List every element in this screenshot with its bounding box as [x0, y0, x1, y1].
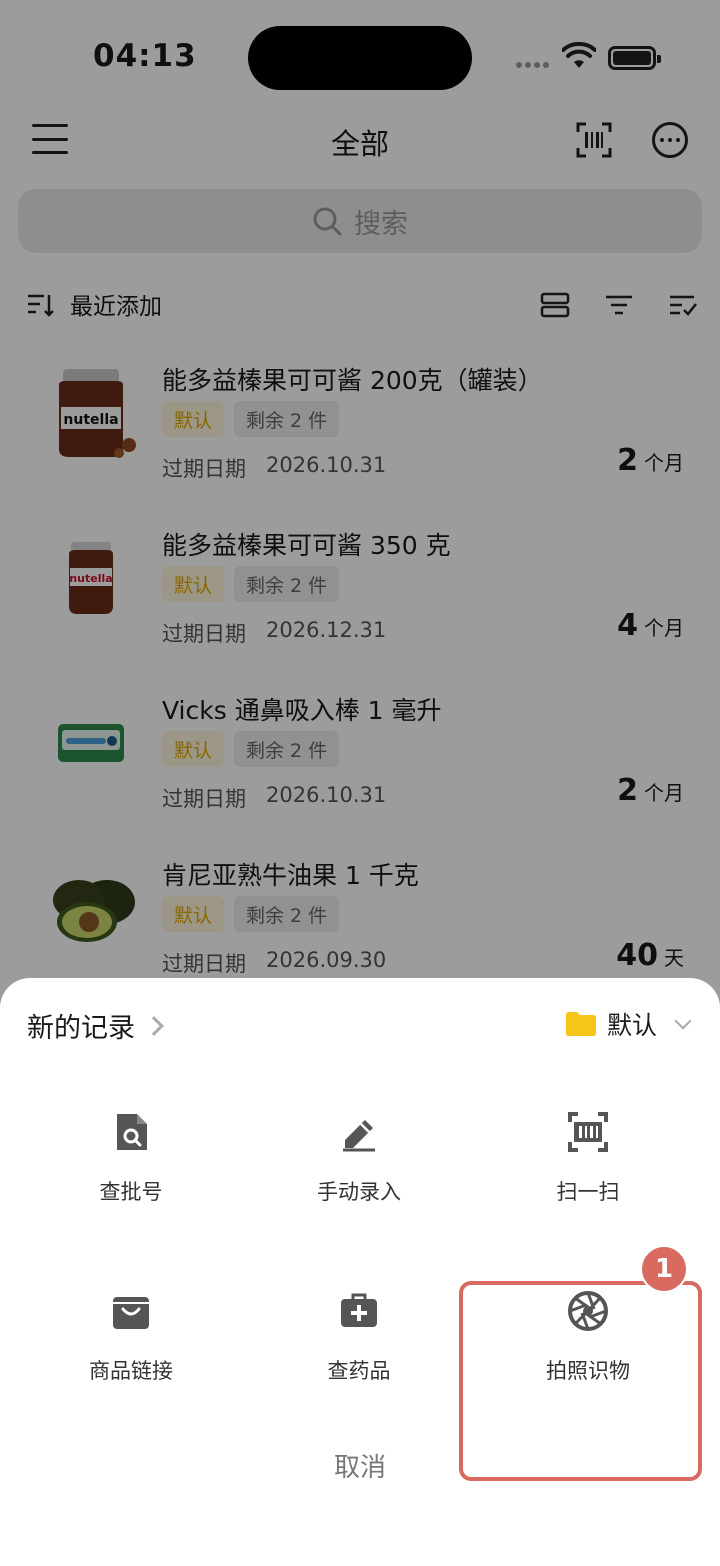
product-link-button[interactable]: 商品链接: [31, 1289, 231, 1409]
sheet-title: 新的记录: [27, 1013, 135, 1044]
lookup-medicine-button[interactable]: 查药品: [259, 1289, 459, 1409]
chevron-down-icon: [674, 1012, 692, 1030]
medical-kit-icon: [341, 1293, 377, 1327]
action-label: 商品链接: [89, 1359, 173, 1383]
highlight-box: [459, 1281, 702, 1481]
pencil-icon: [343, 1120, 375, 1152]
action-label: 查药品: [327, 1359, 391, 1383]
lookup-batch-button[interactable]: 查批号: [31, 1110, 231, 1230]
action-label: 查批号: [99, 1180, 163, 1204]
folder-name: 默认: [607, 1011, 658, 1040]
new-record-header[interactable]: 新的记录: [27, 1006, 164, 1045]
shopping-bag-icon: [113, 1297, 149, 1329]
manual-entry-button[interactable]: 手动录入: [259, 1110, 459, 1230]
step-badge: 1: [640, 1245, 688, 1293]
action-label: 扫一扫: [556, 1180, 620, 1204]
folder-icon: [566, 1012, 596, 1036]
file-search-icon: [117, 1114, 147, 1150]
chevron-right-icon: [144, 1015, 164, 1036]
folder-selector[interactable]: 默认: [565, 1006, 692, 1042]
action-label: 手动录入: [317, 1180, 401, 1204]
scan-button[interactable]: 扫一扫: [488, 1110, 688, 1230]
scan-icon: [568, 1112, 608, 1152]
